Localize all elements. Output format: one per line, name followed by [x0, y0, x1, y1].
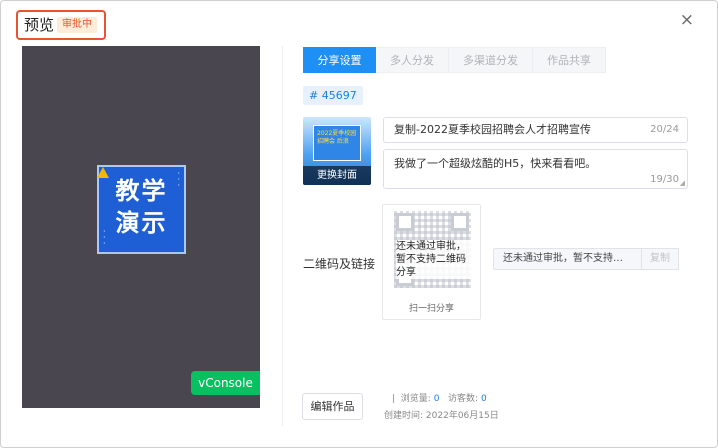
- share-link-input[interactable]: 还未通过审批，暂不支持链接分享: [493, 248, 642, 270]
- qr-caption: 扫一扫分享: [408, 304, 454, 314]
- tab-share-settings[interactable]: 分享设置: [303, 47, 376, 73]
- copy-link-button[interactable]: 复制: [641, 248, 679, 270]
- description-input[interactable]: 我做了一个超级炫酷的H5，快来看看吧。 19/30 ◢: [383, 149, 688, 189]
- dots-icon: · · ·: [103, 227, 106, 248]
- share-tabs: 分享设置 多人分发 多渠道分发 作品共享: [303, 47, 606, 73]
- qr-finder-icon: [396, 213, 414, 231]
- created-value: 2022年06月15日: [425, 411, 499, 421]
- visitors-count: 0: [480, 394, 487, 404]
- warning-icon: [97, 167, 109, 178]
- close-icon[interactable]: ×: [680, 10, 694, 30]
- preview-cover-art: · · · 教学 演示 · · ·: [97, 165, 186, 254]
- tab-multi-person[interactable]: 多人分发: [376, 47, 449, 73]
- poster-image: 2022夏季校园招聘会 后浪: [313, 125, 361, 161]
- status-badge: 审批中: [57, 17, 97, 33]
- qr-code-card: 还未通过审批，暂不支持二维码分享 扫一扫分享: [382, 204, 481, 320]
- qr-unavailable-text: 还未通过审批，暂不支持二维码分享: [396, 240, 472, 279]
- title-char-count: 20/24: [650, 124, 679, 135]
- tab-work-share[interactable]: 作品共享: [533, 47, 606, 73]
- poster-text: 2022夏季校园招聘会 后浪: [317, 130, 357, 145]
- edit-work-button[interactable]: 编辑作品: [302, 393, 363, 420]
- visitors-label: 访客数:: [448, 394, 479, 404]
- cover-text-line2: 演示: [115, 209, 168, 237]
- title-input-value: 复制-2022夏季校园招聘会人才招聘宣传: [394, 123, 591, 136]
- stats-separator: |: [392, 394, 396, 404]
- description-input-value: 我做了一个超级炫酷的H5，快来看看吧。: [394, 157, 597, 170]
- title-input[interactable]: 复制-2022夏季校园招聘会人才招聘宣传 20/24: [383, 117, 688, 143]
- resize-handle-icon[interactable]: ◢: [680, 179, 685, 187]
- work-stats: | 浏览量: 0 访客数: 0: [392, 391, 487, 404]
- created-label: 创建时间:: [384, 411, 424, 421]
- change-cover-button[interactable]: 更换封面: [303, 166, 371, 185]
- qr-section-label: 二维码及链接: [303, 257, 376, 271]
- tab-multi-channel[interactable]: 多渠道分发: [449, 47, 533, 73]
- dialog-title: 预览: [24, 16, 55, 34]
- cover-text-line1: 教学: [115, 177, 168, 205]
- work-id-tag: # 45697: [303, 86, 363, 105]
- qr-finder-icon: [451, 213, 469, 231]
- vconsole-button[interactable]: vConsole: [191, 371, 260, 395]
- views-count: 0: [433, 394, 440, 404]
- views-label: 浏览量:: [400, 394, 431, 404]
- created-date: 创建时间: 2022年06月15日: [384, 408, 499, 421]
- cover-thumbnail[interactable]: 2022夏季校园招聘会 后浪 更换封面: [303, 117, 371, 185]
- panel-divider: [282, 46, 283, 426]
- description-char-count: 19/30: [650, 174, 679, 185]
